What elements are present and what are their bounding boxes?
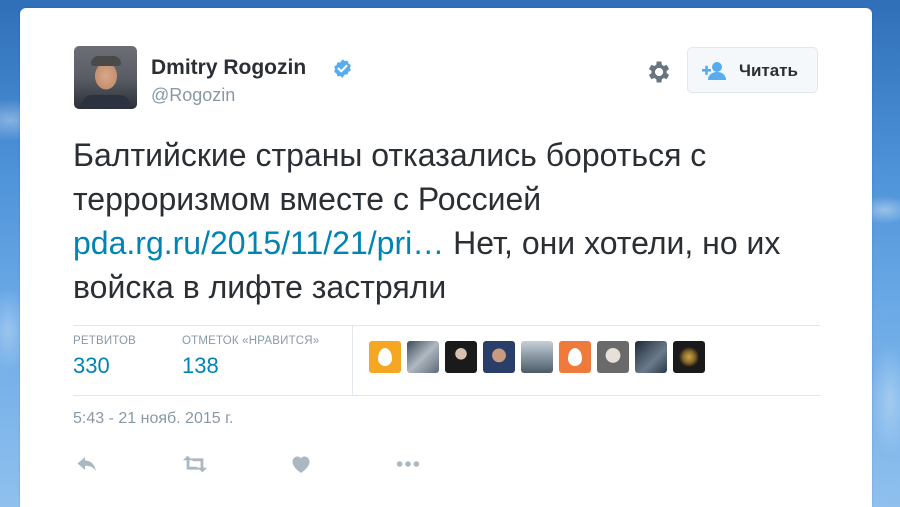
more-icon[interactable] [395,452,421,476]
tweet-text-part1: Балтийские страны отказались бороться с … [73,137,707,217]
liker-avatar[interactable] [635,341,667,373]
retweets-count[interactable]: 330 [73,353,110,379]
tweet-card: Dmitry Rogozin @Rogozin Читать Балтийски… [20,8,872,507]
retweet-icon[interactable] [182,452,208,476]
author-avatar[interactable] [74,46,137,109]
default-egg-avatar-icon[interactable] [559,341,591,373]
liker-avatar[interactable] [445,341,477,373]
author-handle[interactable]: @Rogozin [151,85,235,106]
gear-icon[interactable] [644,58,672,86]
avatar-shirt [82,95,130,109]
add-user-icon [702,62,726,80]
likes-count[interactable]: 138 [182,353,219,379]
retweets-label[interactable]: РЕТВИТОВ [73,335,136,347]
tweet-timestamp[interactable]: 5:43 - 21 нояб. 2015 г. [73,410,233,428]
verified-badge-icon [334,59,351,78]
tweet-text: Балтийские страны отказались бороться с … [73,133,813,309]
liker-avatar[interactable] [521,341,553,373]
stats-bottom-divider [73,395,820,396]
liker-avatar[interactable] [407,341,439,373]
stats-separator [352,326,353,396]
avatar-hair [91,56,121,66]
author-name[interactable]: Dmitry Rogozin [151,56,306,80]
reply-icon[interactable] [74,452,100,476]
likes-label[interactable]: ОТМЕТОК «НРАВИТСЯ» [182,335,319,347]
follow-button-label: Читать [739,61,798,80]
stats-top-divider [73,325,820,326]
likers-avatar-list [369,341,705,373]
follow-button[interactable]: Читать [687,47,818,93]
liker-avatar[interactable] [597,341,629,373]
liker-avatar[interactable] [483,341,515,373]
liker-avatar[interactable] [673,341,705,373]
default-egg-avatar-icon[interactable] [369,341,401,373]
tweet-link[interactable]: pda.rg.ru/2015/11/21/pri… [73,225,444,261]
heart-icon[interactable] [288,452,314,476]
